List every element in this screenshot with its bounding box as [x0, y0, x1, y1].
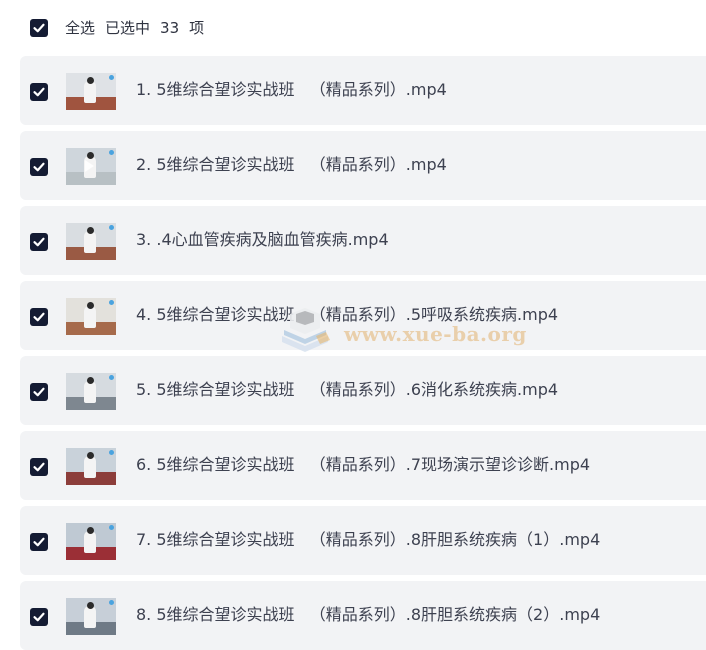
play-icon	[85, 160, 94, 172]
file-row[interactable]: 2. 5维综合望诊实战班 （精品系列）.mp4	[20, 131, 706, 200]
file-name[interactable]: 2. 5维综合望诊实战班 （精品系列）.mp4	[136, 154, 447, 176]
checkmark-icon	[33, 312, 45, 322]
file-checkbox[interactable]	[30, 383, 48, 401]
checkmark-icon	[33, 462, 45, 472]
select-all-checkbox[interactable]	[30, 19, 48, 37]
watermark-book-icon	[282, 308, 330, 352]
select-all-label[interactable]: 全选	[65, 19, 95, 37]
file-row[interactable]: 7. 5维综合望诊实战班 （精品系列）.8肝胆系统疾病（1）.mp4	[20, 506, 706, 575]
checkmark-icon	[33, 87, 45, 97]
file-row[interactable]: 5. 5维综合望诊实战班 （精品系列）.6消化系统疾病.mp4	[20, 356, 706, 425]
checkmark-icon	[33, 537, 45, 547]
file-row[interactable]: 3. .4心血管疾病及脑血管疾病.mp4	[20, 206, 706, 275]
video-thumbnail[interactable]	[66, 298, 116, 335]
file-row[interactable]: 8. 5维综合望诊实战班 （精品系列）.8肝胆系统疾病（2）.mp4	[20, 581, 706, 650]
file-row[interactable]: 6. 5维综合望诊实战班 （精品系列）.7现场演示望诊诊断.mp4	[20, 431, 706, 500]
selection-toolbar: 全选 已选中 33 项	[0, 0, 706, 56]
watermark-text: www.xue-ba.org	[344, 322, 527, 346]
video-thumbnail[interactable]	[66, 148, 116, 185]
file-checkbox[interactable]	[30, 533, 48, 551]
checkmark-icon	[33, 237, 45, 247]
file-name[interactable]: 7. 5维综合望诊实战班 （精品系列）.8肝胆系统疾病（1）.mp4	[136, 529, 600, 551]
file-name[interactable]: 5. 5维综合望诊实战班 （精品系列）.6消化系统疾病.mp4	[136, 379, 558, 401]
file-checkbox[interactable]	[30, 83, 48, 101]
selected-count: 33	[160, 19, 180, 37]
video-thumbnail[interactable]	[66, 448, 116, 485]
checkmark-icon	[33, 23, 45, 33]
unit-label: 项	[189, 19, 205, 37]
file-checkbox[interactable]	[30, 458, 48, 476]
file-name[interactable]: 8. 5维综合望诊实战班 （精品系列）.8肝胆系统疾病（2）.mp4	[136, 604, 600, 626]
selected-label: 已选中	[105, 19, 151, 37]
file-checkbox[interactable]	[30, 158, 48, 176]
file-row[interactable]: 1. 5维综合望诊实战班 （精品系列）.mp4	[20, 56, 706, 125]
file-name[interactable]: 3. .4心血管疾病及脑血管疾病.mp4	[136, 229, 389, 251]
video-thumbnail[interactable]	[66, 373, 116, 410]
checkmark-icon	[33, 612, 45, 622]
file-name[interactable]: 1. 5维综合望诊实战班 （精品系列）.mp4	[136, 79, 447, 101]
checkmark-icon	[33, 387, 45, 397]
selection-summary: 全选 已选中 33 项	[65, 18, 214, 38]
file-checkbox[interactable]	[30, 608, 48, 626]
video-thumbnail[interactable]	[66, 73, 116, 110]
file-checkbox[interactable]	[30, 233, 48, 251]
video-thumbnail[interactable]	[66, 523, 116, 560]
checkmark-icon	[33, 162, 45, 172]
video-thumbnail[interactable]	[66, 223, 116, 260]
video-thumbnail[interactable]	[66, 598, 116, 635]
file-name[interactable]: 6. 5维综合望诊实战班 （精品系列）.7现场演示望诊诊断.mp4	[136, 454, 590, 476]
file-checkbox[interactable]	[30, 308, 48, 326]
